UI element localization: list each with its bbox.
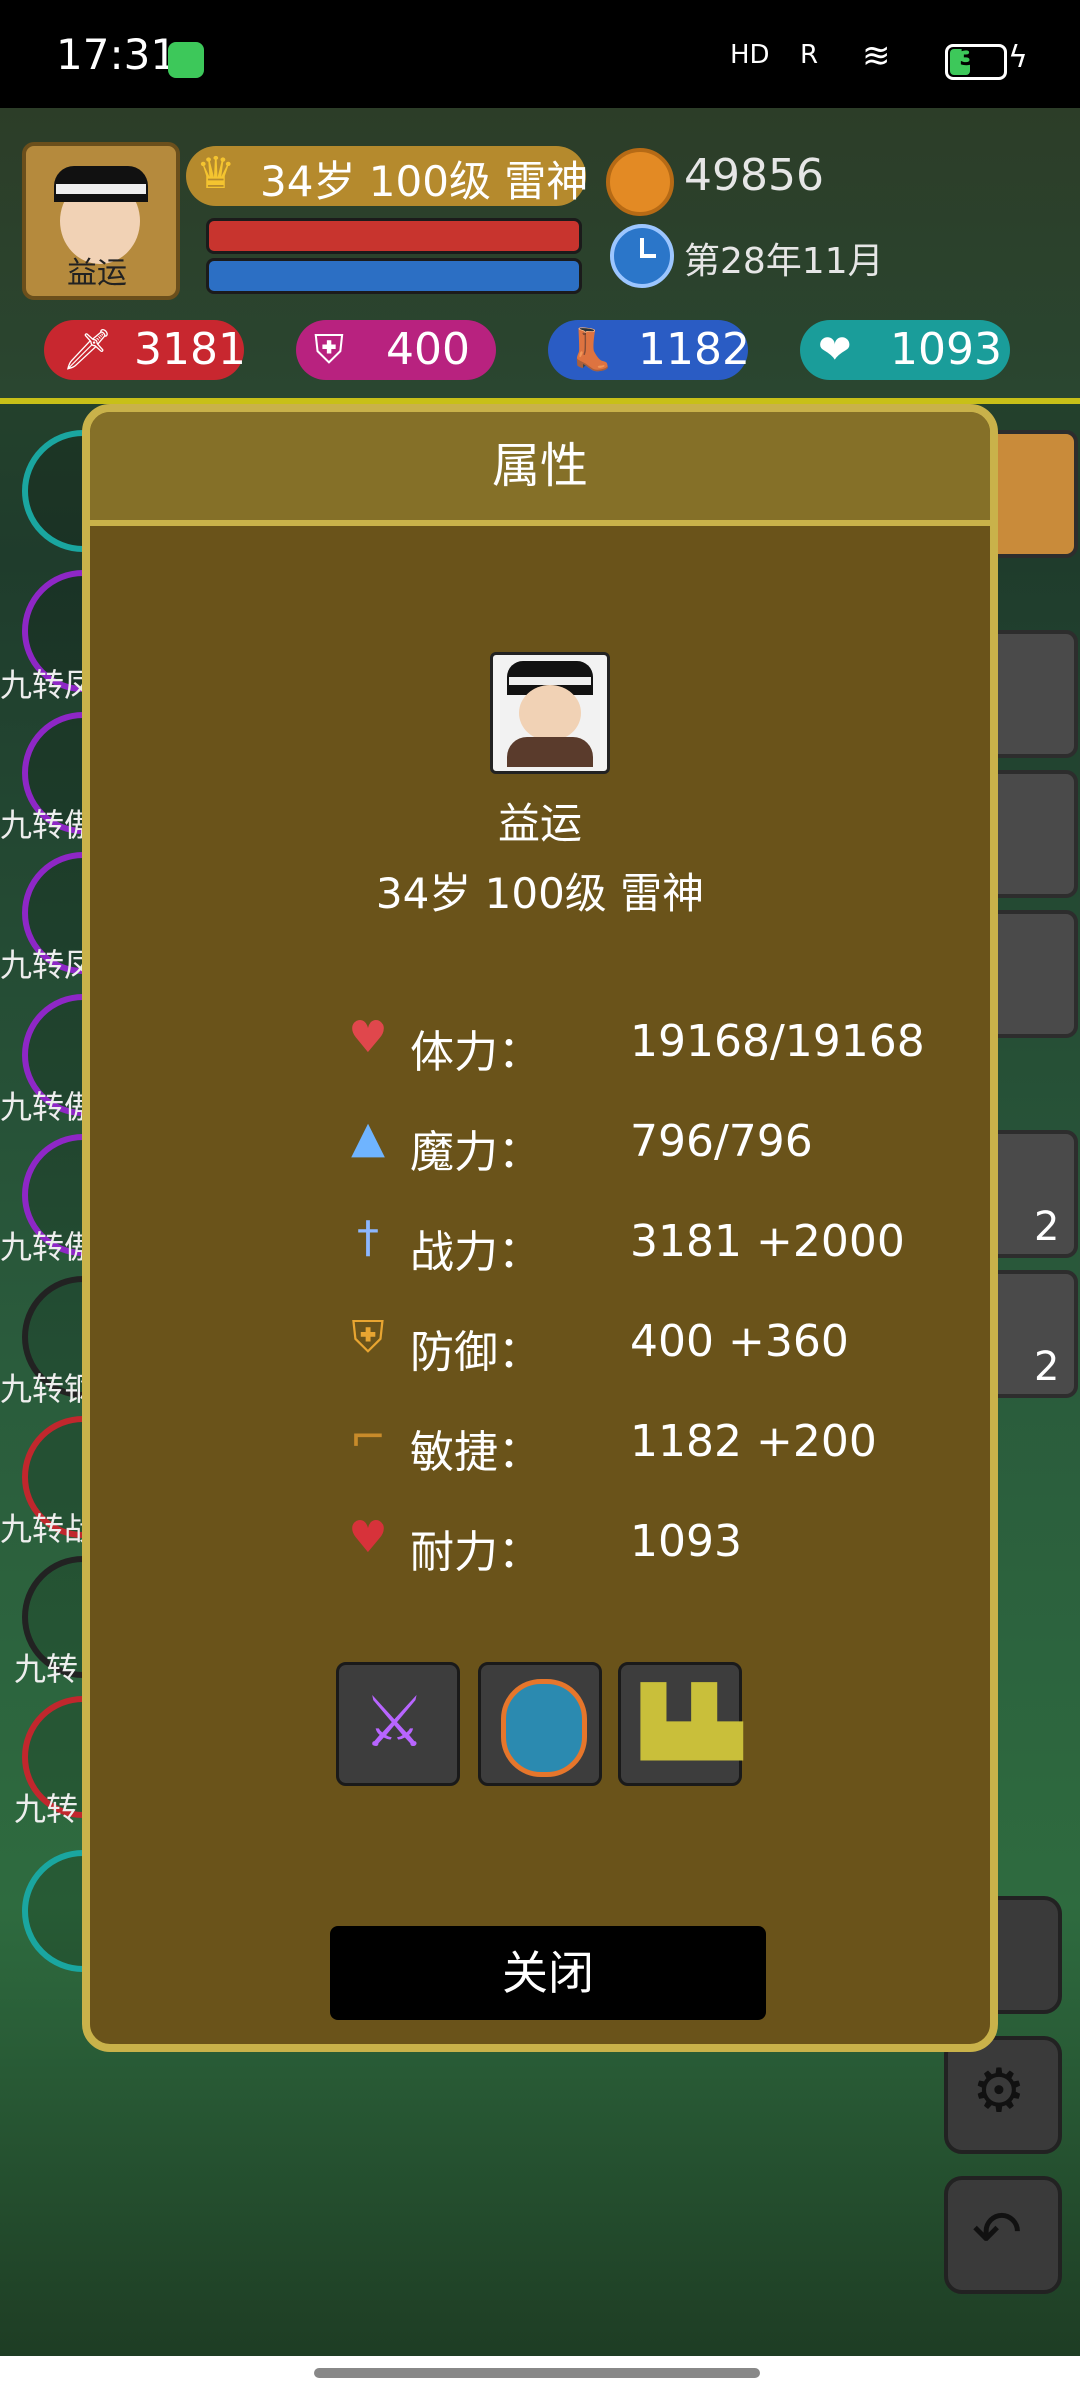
potion-count: 2 (1034, 1344, 1060, 1390)
status-bar: 17:31 HD R ≋ 36 ϟ (0, 0, 1080, 108)
status-time: 17:31 (56, 30, 178, 79)
coin-icon (606, 148, 674, 216)
battery-icon: 36 (945, 43, 1007, 80)
level-text: 34岁 100级 雷神 (260, 157, 589, 206)
character-portrait (490, 652, 610, 774)
agility-value: 1182 (638, 324, 750, 375)
stat-label: 敏捷： (410, 1427, 542, 1478)
signal-hd-icon: HD (730, 40, 770, 70)
stat-label: 体力： (410, 1027, 542, 1078)
potion-count: 2 (1034, 1204, 1060, 1250)
boot-icon: ⌐ (349, 1412, 387, 1463)
coin-amount: 49856 (684, 150, 824, 201)
stat-value: 796/796 (630, 1116, 813, 1167)
heart-icon: ♥ (348, 1012, 388, 1063)
defense-value: 400 (386, 324, 470, 375)
shield-icon: ⛨ (351, 1312, 385, 1363)
hp-bar (206, 218, 582, 254)
dialog-title: 属性 (491, 438, 588, 494)
side-item-label: 九转 (14, 1650, 79, 1688)
character-name: 益运 (497, 799, 582, 848)
defense-stat-pill: ⛨ 400 (296, 320, 496, 380)
home-indicator[interactable] (314, 2368, 760, 2378)
blue-shield-icon (501, 1679, 587, 1777)
navigation-bar (0, 2356, 1080, 2403)
heart-plus-icon: ❤ (818, 327, 852, 373)
stat-label: 防御： (410, 1327, 542, 1378)
mp-bar (206, 258, 582, 294)
dialog-header: 属性 (90, 412, 990, 526)
attribute-dialog: 属性 益运 34岁 100级 雷神 ♥ 体力： 19168/19168 ▲ 魔力… (82, 404, 998, 2052)
signal-r-icon: R (800, 40, 819, 70)
stat-value: 19168/19168 (630, 1016, 925, 1067)
stat-value: 400 +360 (630, 1316, 849, 1367)
charging-icon: ϟ (1008, 40, 1028, 75)
back-button[interactable]: ↶ (944, 2176, 1062, 2294)
gear-icon: ⚙ (972, 2056, 1026, 2126)
attack-value: 3181 (134, 324, 246, 375)
undo-arrow-icon: ↶ (972, 2198, 1023, 2268)
wifi-icon: ≋ (862, 36, 891, 76)
stat-value: 1093 (630, 1516, 742, 1567)
clock-icon (610, 224, 674, 288)
crown-icon: ♛ (196, 148, 236, 199)
shield-icon: ⛨ (314, 327, 344, 373)
heart-plus-icon: ♥ (348, 1512, 388, 1563)
yellow-boots-icon: ▙▙ (641, 1683, 743, 1760)
app-notification-icon (168, 42, 204, 78)
mana-bottle-icon: ▲ (351, 1112, 385, 1163)
boot-icon: 👢 (566, 327, 616, 373)
purple-sword-icon: ⚔ (363, 1681, 426, 1763)
side-item-label: 九转 (14, 1790, 79, 1828)
equipped-shield[interactable] (478, 1662, 602, 1786)
battery-level: 36 (959, 43, 993, 71)
close-button[interactable]: 关闭 (330, 1926, 766, 2020)
attack-stat-pill: 🗡 3181 (44, 320, 246, 380)
settings-button[interactable]: ⚙ (944, 2036, 1062, 2154)
agility-stat-pill: 👢 1182 (548, 320, 750, 380)
endurance-value: 1093 (890, 324, 1002, 375)
stat-value: 3181 +2000 (630, 1216, 905, 1267)
stat-label: 战力： (410, 1227, 542, 1278)
stat-label: 耐力： (410, 1527, 542, 1578)
game-date: 第28年11月 (684, 241, 884, 282)
equipped-boots[interactable]: ▙▙ (618, 1662, 743, 1786)
sword-icon: 🗡 (62, 327, 113, 373)
sword-icon: † (357, 1212, 379, 1263)
stat-label: 魔力： (410, 1127, 542, 1178)
avatar-name: 益运 (67, 256, 127, 291)
character-level: 34岁 100级 雷神 (375, 869, 705, 918)
stat-value: 1182 +200 (630, 1416, 877, 1467)
endurance-stat-pill: ❤ 1093 (800, 320, 1010, 380)
equipped-sword[interactable]: ⚔ (336, 1662, 460, 1786)
